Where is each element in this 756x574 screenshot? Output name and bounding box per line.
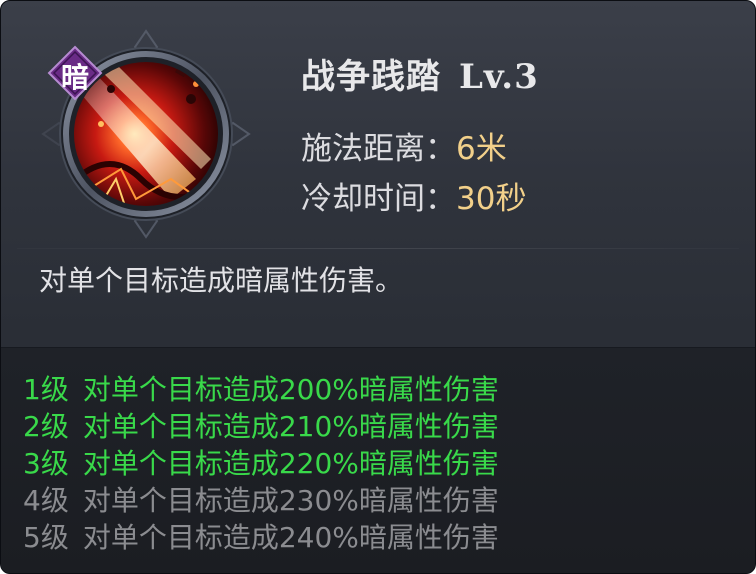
cast-range-row: 施法距离：6米 — [301, 123, 507, 168]
cooldown-label: 冷却时间： — [301, 181, 456, 217]
skill-title: 战争践踏 Lv.3 — [301, 49, 539, 98]
level-row-level: 2级 — [23, 410, 69, 443]
level-row-level: 3级 — [23, 447, 69, 480]
level-row-2: 2级 对单个目标造成210%暗属性伤害 — [23, 405, 499, 445]
cast-range-label: 施法距离： — [301, 131, 456, 167]
level-row-level: 4级 — [23, 484, 69, 517]
level-row-text: 对单个目标造成200%暗属性伤害 — [82, 373, 499, 406]
level-row-5: 5级 对单个目标造成240%暗属性伤害 — [23, 516, 499, 556]
cooldown-value: 30秒 — [456, 181, 527, 217]
cast-range-value: 6米 — [456, 131, 507, 167]
level-row-1: 1级 对单个目标造成200%暗属性伤害 — [23, 368, 499, 408]
level-row-level: 1级 — [23, 373, 69, 406]
dark-element-label: 暗 — [60, 61, 89, 94]
skill-icon-frame[interactable]: 暗 — [41, 29, 251, 239]
level-row-3: 3级 对单个目标造成220%暗属性伤害 — [23, 442, 499, 482]
skill-level: Lv.3 — [459, 57, 539, 97]
level-row-level: 5级 — [23, 521, 69, 554]
level-row-text: 对单个目标造成240%暗属性伤害 — [82, 521, 499, 554]
divider — [17, 248, 739, 249]
level-row-text: 对单个目标造成220%暗属性伤害 — [82, 447, 499, 480]
level-list: 1级 对单个目标造成200%暗属性伤害 2级 对单个目标造成210%暗属性伤害 3级… — [1, 347, 755, 573]
level-row-4: 4级 对单个目标造成230%暗属性伤害 — [23, 479, 499, 519]
cooldown-row: 冷却时间：30秒 — [301, 173, 526, 218]
level-row-text: 对单个目标造成210%暗属性伤害 — [82, 410, 499, 443]
skill-header: 暗 战争践踏 Lv.3 施法距离：6米 冷却时间：30秒 — [1, 1, 755, 249]
skill-name: 战争践踏 — [301, 57, 441, 97]
skill-description: 对单个目标造成暗属性伤害。 — [39, 264, 404, 297]
level-row-text: 对单个目标造成230%暗属性伤害 — [82, 484, 499, 517]
skill-tooltip: 暗 战争践踏 Lv.3 施法距离：6米 冷却时间：30秒 对单个目标造成暗属性伤害… — [0, 0, 756, 574]
dark-element-badge: 暗 — [47, 45, 103, 101]
